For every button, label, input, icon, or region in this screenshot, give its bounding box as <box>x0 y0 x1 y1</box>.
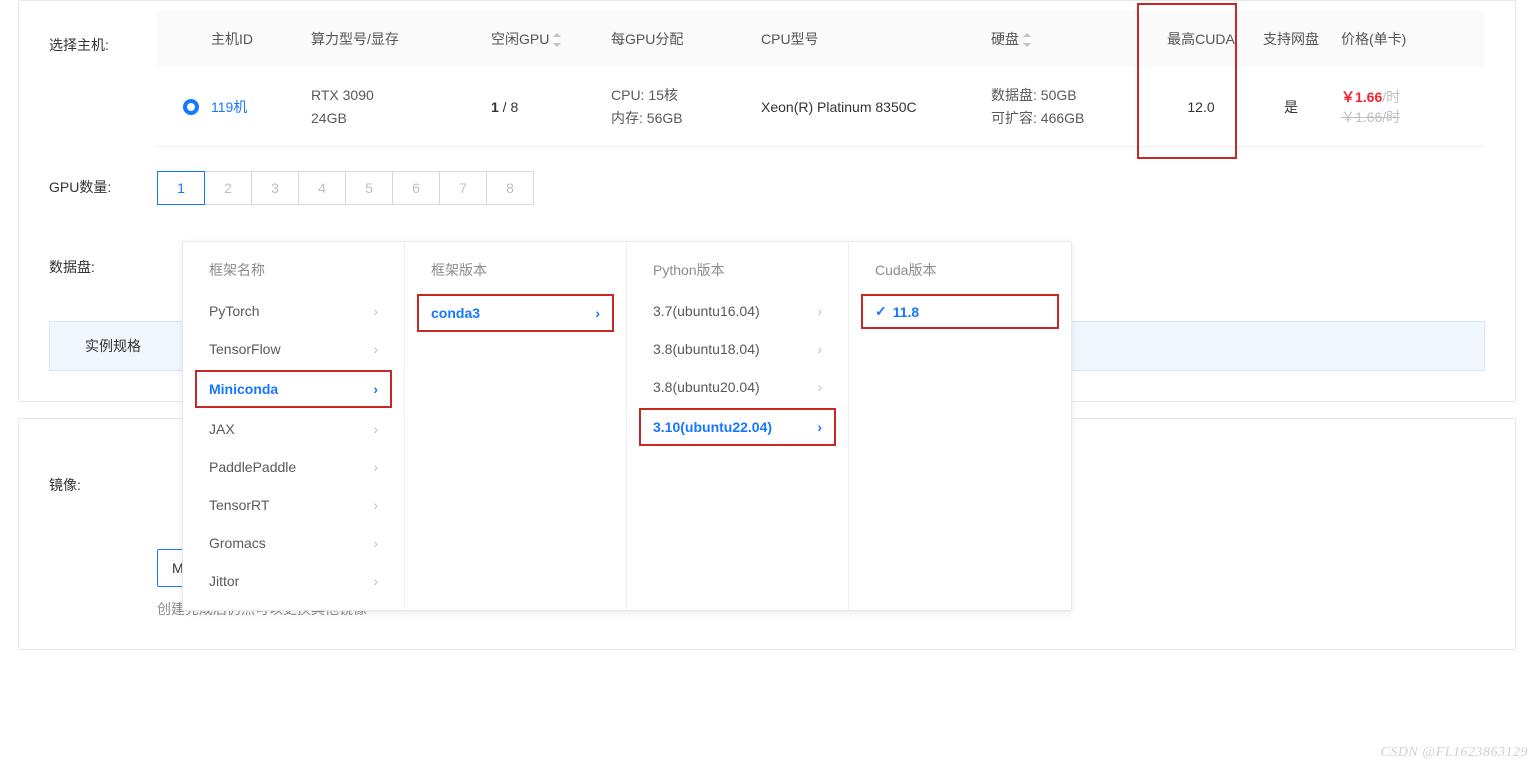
cell-price: ￥1.66/时 ￥1.66/时 <box>1331 87 1461 127</box>
cascade-item-jax[interactable]: JAX› <box>183 410 404 448</box>
header-host-id: 主机ID <box>211 29 311 49</box>
gpu-count-tabs: 12345678 <box>157 171 534 205</box>
host-table: 主机ID 算力型号/显存 空闲GPU 每GPU分配 CPU型号 硬盘 最高CUD… <box>157 11 1485 147</box>
cell-compute: RTX 3090 24GB <box>311 84 491 129</box>
chevron-right-icon: › <box>373 303 378 319</box>
gpu-count-tab-8[interactable]: 8 <box>486 171 534 205</box>
chevron-right-icon: › <box>373 535 378 551</box>
header-per-gpu: 每GPU分配 <box>611 29 761 49</box>
cascade-header-framework-ver: 框架版本 <box>405 252 626 292</box>
watermark: CSDN @FL1623863129 <box>1380 745 1528 761</box>
chevron-right-icon: › <box>817 303 822 319</box>
cascade-item-python-3[interactable]: 3.10(ubuntu22.04)› <box>639 408 836 446</box>
chevron-right-icon: › <box>373 497 378 513</box>
label-select-host: 选择主机: <box>49 11 157 55</box>
cell-max-cuda: 12.0 <box>1151 99 1251 115</box>
gpu-count-tab-4[interactable]: 4 <box>298 171 346 205</box>
host-selection-card: 选择主机: 主机ID 算力型号/显存 空闲GPU 每GPU分配 CPU型号 硬盘… <box>18 0 1516 402</box>
cascade-item-python-1[interactable]: 3.8(ubuntu18.04)› <box>627 330 848 368</box>
label-mirror: 镜像: <box>49 419 157 619</box>
cascade-col-python-ver: Python版本 3.7(ubuntu16.04)›3.8(ubuntu18.0… <box>627 242 849 610</box>
gpu-count-tab-5[interactable]: 5 <box>345 171 393 205</box>
gpu-count-tab-2[interactable]: 2 <box>204 171 252 205</box>
chevron-right-icon: › <box>373 341 378 357</box>
header-max-cuda: 最高CUDA <box>1151 29 1251 49</box>
gpu-count-tab-1[interactable]: 1 <box>157 171 205 205</box>
cascade-item-miniconda[interactable]: Miniconda› <box>195 370 392 408</box>
check-icon: ✓ <box>875 303 887 320</box>
host-table-header: 主机ID 算力型号/显存 空闲GPU 每GPU分配 CPU型号 硬盘 最高CUD… <box>157 11 1485 67</box>
chevron-right-icon: › <box>595 305 600 321</box>
cell-netdisk: 是 <box>1251 97 1331 117</box>
chevron-right-icon: › <box>817 419 822 435</box>
cell-idle-gpu: 1 / 8 <box>491 99 611 115</box>
cascade-item-tensorrt[interactable]: TensorRT› <box>183 486 404 524</box>
cascade-item-python-0[interactable]: 3.7(ubuntu16.04)› <box>627 292 848 330</box>
chevron-right-icon: › <box>373 421 378 437</box>
header-price: 价格(单卡) <box>1331 29 1461 49</box>
chevron-right-icon: › <box>817 379 822 395</box>
label-data-disk: 数据盘: <box>49 255 157 277</box>
cascade-dropdown: 框架名称 PyTorch›TensorFlow›Miniconda›JAX›Pa… <box>182 241 1072 611</box>
gpu-count-tab-7[interactable]: 7 <box>439 171 487 205</box>
cell-disk: 数据盘: 50GB 可扩容: 466GB <box>991 84 1151 129</box>
chevron-right-icon: › <box>373 459 378 475</box>
host-id-link[interactable]: 119机 <box>211 97 311 117</box>
cascade-col-cuda-ver: Cuda版本 ✓ 11.8 <box>849 242 1071 610</box>
cascade-item-cuda-11-8[interactable]: ✓ 11.8 <box>861 294 1059 329</box>
chevron-right-icon: › <box>373 573 378 589</box>
cell-cpu-model: Xeon(R) Platinum 8350C <box>761 99 991 115</box>
cascade-col-framework-ver: 框架版本 conda3› <box>405 242 627 610</box>
chevron-right-icon: › <box>817 341 822 357</box>
cascade-item-tensorflow[interactable]: TensorFlow› <box>183 330 404 368</box>
cascade-item-jittor[interactable]: Jittor› <box>183 562 404 600</box>
cascade-item-pytorch[interactable]: PyTorch› <box>183 292 404 330</box>
host-radio-selected[interactable] <box>183 99 199 115</box>
gpu-count-tab-3[interactable]: 3 <box>251 171 299 205</box>
instance-spec-label: 实例规格 <box>85 336 141 356</box>
sort-icon <box>1023 33 1033 47</box>
header-cpu-model: CPU型号 <box>761 29 991 49</box>
cascade-item-gromacs[interactable]: Gromacs› <box>183 524 404 562</box>
gpu-count-tab-6[interactable]: 6 <box>392 171 440 205</box>
header-idle-gpu[interactable]: 空闲GPU <box>491 29 611 49</box>
cascade-item-conda3[interactable]: conda3› <box>417 294 614 332</box>
cell-per-gpu: CPU: 15核 内存: 56GB <box>611 84 761 129</box>
cascade-header-python-ver: Python版本 <box>627 252 848 292</box>
cascade-item-paddlepaddle[interactable]: PaddlePaddle› <box>183 448 404 486</box>
chevron-right-icon: › <box>373 381 378 397</box>
header-netdisk: 支持网盘 <box>1251 29 1331 49</box>
host-table-row[interactable]: 119机 RTX 3090 24GB 1 / 8 CPU: 15核 内存: 56… <box>157 67 1485 147</box>
cascade-item-python-2[interactable]: 3.8(ubuntu20.04)› <box>627 368 848 406</box>
cascade-header-framework: 框架名称 <box>183 252 404 292</box>
sort-icon <box>553 33 563 47</box>
cascade-header-cuda-ver: Cuda版本 <box>849 252 1071 292</box>
label-gpu-count: GPU数量: <box>49 171 157 205</box>
cascade-col-framework: 框架名称 PyTorch›TensorFlow›Miniconda›JAX›Pa… <box>183 242 405 610</box>
header-disk[interactable]: 硬盘 <box>991 29 1151 49</box>
header-compute: 算力型号/显存 <box>311 29 491 49</box>
